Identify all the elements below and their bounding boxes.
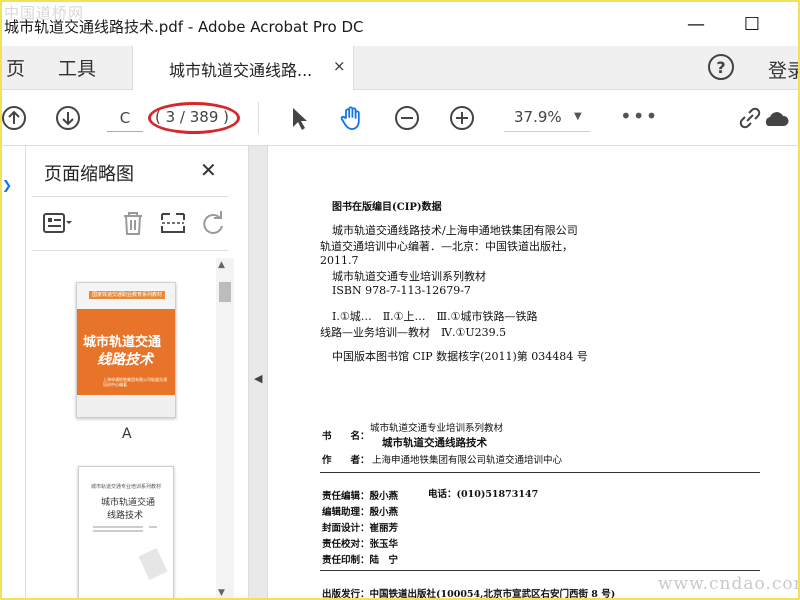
- title-bar: 城市轨道交通线路技术.pdf - Adobe Acrobat Pro DC 中国…: [2, 2, 798, 46]
- help-icon[interactable]: ?: [708, 54, 734, 80]
- minimize-button[interactable]: —: [678, 10, 714, 38]
- zoom-in-icon[interactable]: [448, 104, 476, 132]
- tab-close-icon[interactable]: ×: [333, 57, 346, 75]
- cip-line: 城市轨道交通专业培训系列教材: [332, 270, 486, 283]
- cip-line: 轨道交通培训中心编著．—北京：中国铁道出版社，: [320, 240, 573, 253]
- app-window: 城市轨道交通线路技术.pdf - Adobe Acrobat Pro DC 中国…: [0, 0, 800, 600]
- thumbnail-title-line1: 城市轨道交通: [101, 498, 156, 508]
- document-page: 图书在版编目(CIP)数据 城市轨道交通线路技术/上海申通地铁集团有限公司 轨道…: [268, 146, 800, 600]
- tab-tools[interactable]: 工具: [58, 54, 96, 81]
- tab-home[interactable]: 页: [6, 54, 25, 81]
- thumbnail-series: 城市轨道交通专业培训系列教材: [91, 484, 162, 490]
- rotate-icon[interactable]: [198, 208, 228, 238]
- more-tools-icon[interactable]: •••: [620, 104, 658, 128]
- cover-designer: 封面设计：崔丽芳: [322, 523, 399, 534]
- thumbnail-title-line2: 线路技术: [107, 511, 144, 521]
- left-nav-strip: ❯: [2, 146, 26, 598]
- cip-line: 中国版本图书馆 CIP 数据核字(2011)第 034484 号: [332, 350, 588, 363]
- extract-pages-icon[interactable]: [158, 208, 188, 238]
- panel-close-icon[interactable]: ✕: [200, 158, 217, 182]
- watermark-bottom: www.cndao.com: [658, 574, 800, 594]
- thumbnail-scrollbar[interactable]: [216, 258, 234, 598]
- divider-rule: [320, 570, 760, 571]
- select-arrow-icon[interactable]: [285, 104, 313, 132]
- zoom-dropdown[interactable]: 37.9% ▼: [504, 104, 590, 132]
- editor: 责任编辑：殷小燕: [322, 491, 399, 502]
- cover-title-line1: 城市轨道交通: [83, 335, 162, 350]
- panel-title: 页面缩略图: [44, 164, 134, 185]
- login-button[interactable]: 登录: [768, 56, 798, 83]
- divider-rule: [320, 472, 760, 473]
- panel-divider: [32, 250, 228, 251]
- phone: 电话：(010)51873147: [428, 489, 539, 500]
- link-icon[interactable]: [736, 104, 764, 132]
- cover-bottom: [77, 395, 175, 417]
- thumbnail-options-icon[interactable]: [42, 208, 72, 238]
- cloud-icon[interactable]: [764, 104, 792, 132]
- thumbnail-panel: 页面缩略图 ✕ ▲ ▼ 国家铁道交通职业教育系列教材 城市轨道交通 线路技术 上…: [26, 146, 248, 598]
- scroll-down-icon[interactable]: ▼: [218, 588, 225, 598]
- cip-line: 线路—业务培训—教材 Ⅳ.①U239.5: [320, 326, 507, 339]
- proofreader: 责任校对：张玉华: [322, 539, 399, 550]
- hand-tool-icon[interactable]: [338, 104, 366, 132]
- zoom-value: 37.9%: [514, 108, 562, 126]
- highlight-annotation: [148, 102, 240, 134]
- prev-page-icon[interactable]: [0, 104, 28, 132]
- nav-indicator: ❯: [2, 178, 13, 192]
- cip-header: 图书在版编目(CIP)数据: [332, 202, 442, 213]
- page-thumbnail-cover[interactable]: 国家铁道交通职业教育系列教材 城市轨道交通 线路技术 上海申通地铁集团有限公司轨…: [76, 282, 176, 418]
- page-number-input[interactable]: C: [107, 106, 143, 132]
- cover-title-line2: 线路技术: [97, 352, 153, 368]
- scroll-up-icon[interactable]: ▲: [218, 260, 225, 270]
- book-title: 城市轨道交通线路技术: [382, 437, 487, 449]
- chevron-down-icon: ▼: [574, 111, 582, 122]
- cip-line: 2011.7: [320, 254, 359, 267]
- tab-document[interactable]: 城市轨道交通线路... ×: [132, 46, 354, 90]
- panel-collapse-strip[interactable]: ◀: [248, 146, 268, 598]
- zoom-out-icon[interactable]: [393, 104, 421, 132]
- delete-icon[interactable]: [118, 208, 148, 238]
- maximize-button[interactable]: ☐: [734, 10, 770, 38]
- tab-document-label: 城市轨道交通线路...: [169, 61, 313, 80]
- thumbnail-text-lines: [93, 526, 157, 532]
- publisher-line: 出版发行：中国铁道出版社(100054,北京市宣武区右安门西街 8 号): [322, 589, 616, 600]
- cover-publisher: 上海申通地铁集团有限公司轨道交通培训中心编著: [103, 377, 167, 387]
- next-page-icon[interactable]: [54, 104, 82, 132]
- author: 上海申通地铁集团有限公司轨道交通培训中心: [372, 455, 563, 466]
- panel-divider: [32, 196, 228, 197]
- author-label: 作 者：: [322, 455, 370, 466]
- editor-assistant: 编辑助理：殷小燕: [322, 507, 399, 518]
- watermark-top: 中国道桥网: [4, 4, 85, 22]
- thumbnail-series-band: 国家铁道交通职业教育系列教材: [89, 291, 165, 299]
- scrollbar-thumb[interactable]: [219, 282, 231, 302]
- toolbar-divider: [258, 102, 259, 134]
- collapse-arrow-icon: ◀: [254, 372, 263, 385]
- toolbar: C ( 3 / 389 ) 37.9% ▼ •••: [2, 90, 798, 146]
- page-thumbnail-title[interactable]: 城市轨道交通专业培训系列教材 城市轨道交通 线路技术: [78, 466, 174, 598]
- cip-line: Ⅰ.①城… Ⅱ.①上… Ⅲ.①城市铁路—铁路: [332, 310, 538, 323]
- book-label: 书 名：: [322, 431, 370, 442]
- thumbnail-logo-mark: [138, 547, 168, 581]
- tab-bar: 页 工具 城市轨道交通线路... × ? 登录: [2, 46, 798, 90]
- book-series: 城市轨道交通专业培训系列教材: [370, 423, 504, 434]
- cip-line: ISBN 978-7-113-12679-7: [332, 284, 471, 297]
- cip-line: 城市轨道交通线路技术/上海申通地铁集团有限公司: [332, 224, 578, 237]
- thumbnail-label: A: [122, 426, 132, 442]
- print-manager: 责任印制：陆 宁: [322, 555, 399, 566]
